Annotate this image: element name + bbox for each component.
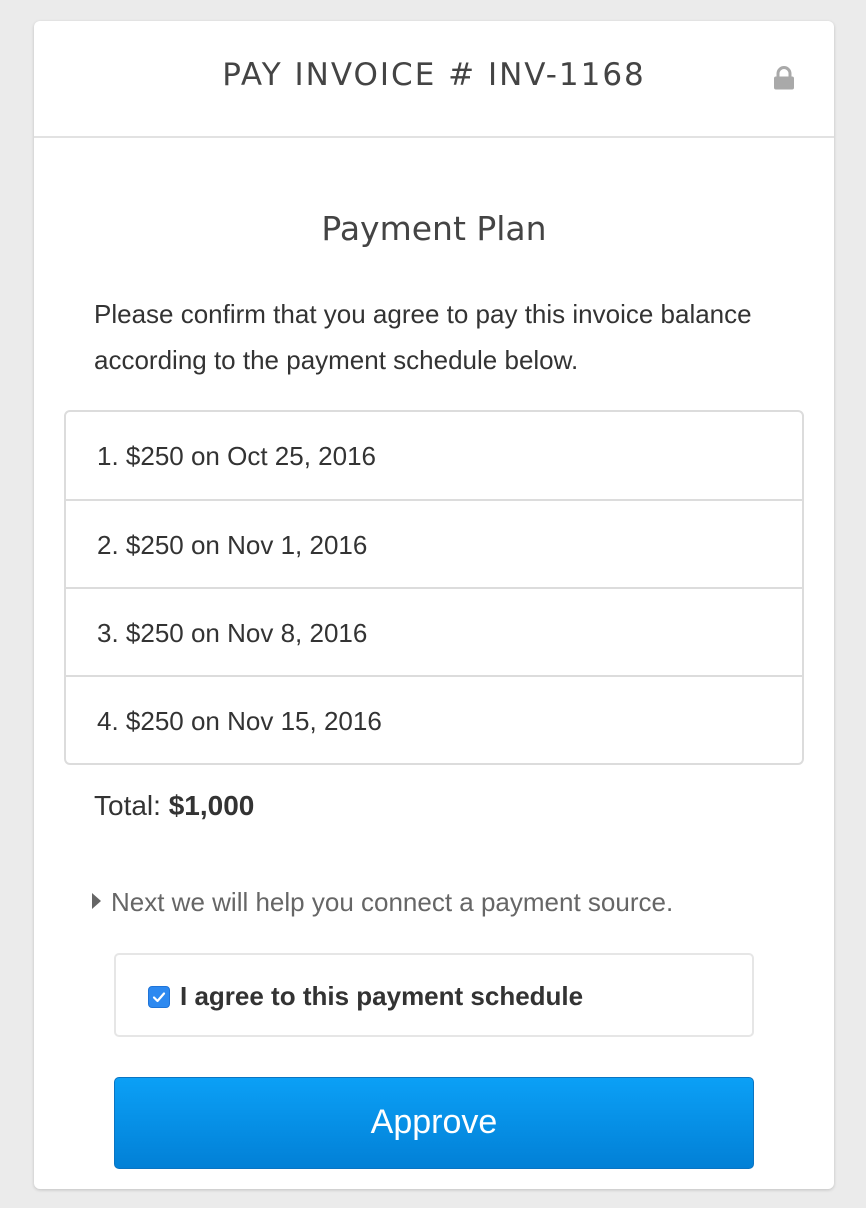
payment-card: PAY INVOICE # INV-1168 Payment Plan Plea…: [34, 21, 834, 1189]
agreement-box[interactable]: I agree to this payment schedule: [114, 953, 754, 1037]
approve-button[interactable]: Approve: [114, 1077, 754, 1169]
schedule-item: 4. $250 on Nov 15, 2016: [66, 675, 802, 763]
agree-checkbox[interactable]: [148, 986, 170, 1008]
total-value: $1,000: [168, 790, 255, 821]
schedule-item: 2. $250 on Nov 1, 2016: [66, 499, 802, 587]
next-step-note: Next we will help you connect a payment …: [92, 887, 673, 918]
schedule-item: 1. $250 on Oct 25, 2016: [97, 441, 376, 471]
section-title: Payment Plan: [321, 209, 547, 248]
lock-icon: [772, 66, 796, 90]
total-amount: Total: $1,000: [94, 790, 254, 822]
total-label: Total:: [94, 790, 161, 821]
checkmark-icon: [152, 992, 166, 1003]
intro-text: Please confirm that you agree to pay thi…: [94, 299, 752, 375]
agree-label[interactable]: I agree to this payment schedule: [180, 981, 583, 1012]
caret-right-icon: [92, 893, 101, 909]
schedule-item: 3. $250 on Nov 8, 2016: [66, 587, 802, 675]
next-step-text: Next we will help you connect a payment …: [111, 887, 674, 917]
page-title: PAY INVOICE # INV-1168: [222, 57, 646, 93]
card-header: PAY INVOICE # INV-1168: [34, 21, 834, 138]
payment-schedule-list: 1. $250 on Oct 25, 2016 2. $250 on Nov 1…: [64, 410, 804, 765]
